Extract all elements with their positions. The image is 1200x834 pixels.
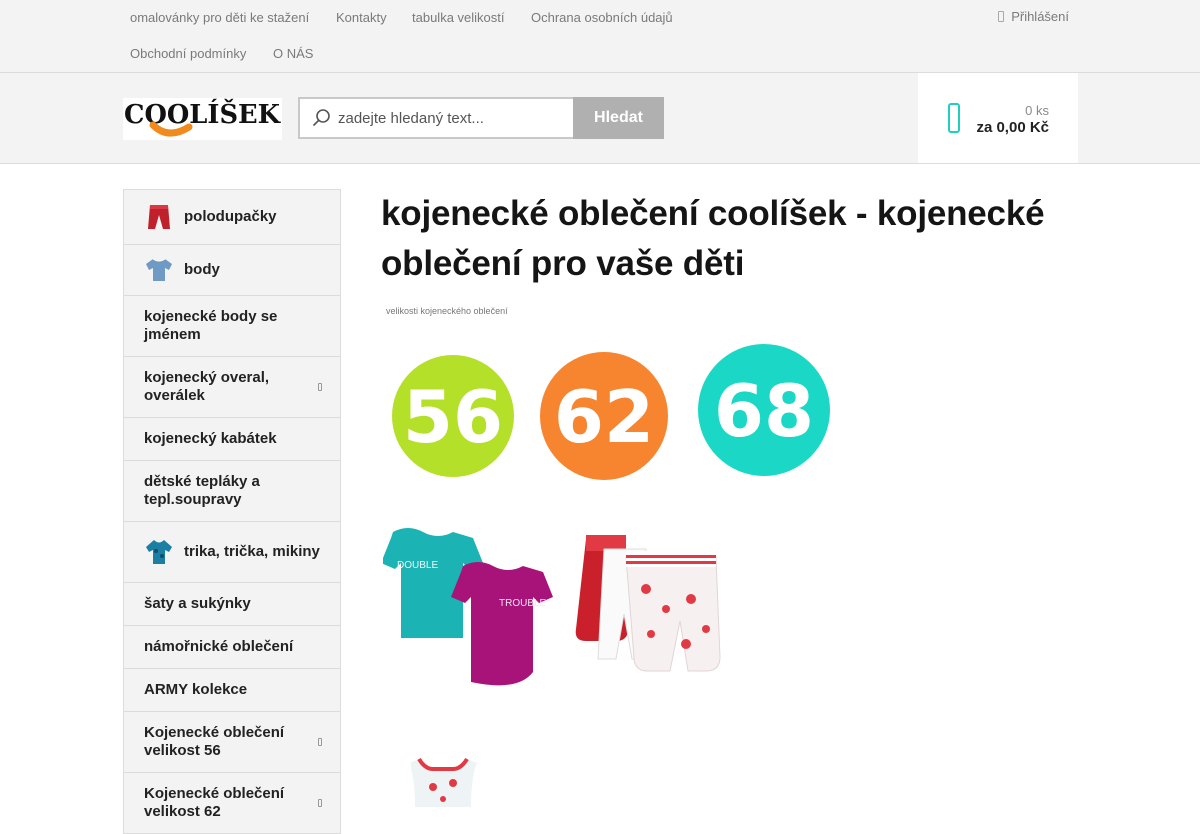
search-box (298, 97, 574, 139)
login-label: Přihlášení (1011, 9, 1069, 24)
sidebar-item-saty[interactable]: šaty a sukýnky (124, 583, 340, 626)
nav-link-contacts[interactable]: Kontakty (336, 10, 387, 25)
sidebar-item-teplaky[interactable]: dětské tepláky a tepl.soupravy (124, 461, 340, 522)
nav-link-sizes[interactable]: tabulka velikostí (412, 10, 505, 25)
category-sidebar: polodupačky body kojenecké body se jméne… (123, 189, 341, 834)
sidebar-item-body-name[interactable]: kojenecké body se jménem (124, 296, 340, 357)
sidebar-item-label: Kojenecké oblečení velikost 56 (144, 724, 285, 759)
product-label: TROUBLE (499, 598, 547, 609)
sidebar-item-kabatek[interactable]: kojenecký kabátek (124, 418, 340, 461)
header: COOLÍŠEK Hledat 0 ks za 0,00 Kč (0, 73, 1200, 164)
sidebar-item-label: kojenecký overal, overálek (144, 369, 270, 404)
sidebar-item-label: dětské tepláky a tepl.soupravy (144, 473, 260, 508)
search-button[interactable]: Hledat (573, 97, 664, 139)
login-link[interactable]: Přihlášení (998, 9, 1069, 24)
pants-image[interactable] (566, 529, 724, 677)
sidebar-item-trika[interactable]: trika, trička, mikiny (124, 522, 340, 583)
sidebar-item-label: námořnické oblečení (144, 638, 294, 655)
cart-icon (948, 103, 960, 133)
product-label: DOUBLE (397, 560, 438, 571)
size-chart: 56 62 68 (392, 344, 830, 480)
sidebar-item-label: kojenecký kabátek (144, 430, 277, 447)
nav-link-coloring[interactable]: omalovánky pro děti ke stažení (130, 10, 309, 25)
sidebar-item-namornicke[interactable]: námořnické oblečení (124, 626, 340, 669)
top-bar: omalovánky pro děti ke stažení Kontakty … (0, 0, 1200, 73)
sidebar-item-army[interactable]: ARMY kolekce (124, 669, 340, 712)
chevron-right-icon (318, 738, 322, 746)
nav-link-privacy[interactable]: Ochrana osobních údajů (531, 10, 673, 25)
logo[interactable]: COOLÍŠEK (123, 98, 282, 140)
search-input[interactable] (338, 99, 572, 137)
size-label-56: 56 (403, 375, 503, 459)
main-content: kojenecké oblečení coolíšek - kojenecké … (381, 189, 1081, 807)
sidebar-item-label: body (184, 261, 220, 278)
size-label-68: 68 (714, 369, 814, 453)
sidebar-item-polodupacky[interactable]: polodupačky (124, 190, 340, 245)
sidebar-item-size-56[interactable]: Kojenecké oblečení velikost 56 (124, 712, 340, 773)
bodysuit-thumbnail-icon (146, 258, 172, 281)
user-icon (998, 11, 1005, 22)
chevron-right-icon (318, 383, 322, 391)
sidebar-item-label: kojenecké body se jménem (144, 308, 278, 343)
pants-thumbnail-icon (148, 205, 170, 229)
logo-mark: COOLÍŠEK (124, 98, 281, 137)
size-label-62: 62 (554, 375, 654, 459)
cart[interactable]: 0 ks za 0,00 Kč (918, 73, 1078, 163)
nav-link-about[interactable]: O NÁS (273, 46, 313, 61)
cart-total: za 0,00 Kč (976, 119, 1049, 136)
sidebar-item-label: trika, trička, mikiny (184, 543, 320, 560)
nav-link-terms[interactable]: Obchodní podmínky (130, 46, 246, 61)
sidebar-item-body[interactable]: body (124, 245, 340, 296)
page-title: kojenecké oblečení coolíšek - kojenecké … (381, 194, 1045, 283)
size-chart-caption: velikosti kojeneckého oblečení (386, 306, 508, 316)
hoodie-thumbnail-icon (146, 540, 172, 564)
logo-text: COOLÍŠEK (124, 98, 281, 130)
cart-count: 0 ks (1025, 103, 1049, 118)
sidebar-item-label: ARMY kolekce (144, 681, 248, 698)
chevron-right-icon (318, 799, 322, 807)
sidebar-item-size-62[interactable]: Kojenecké oblečení velikost 62 (124, 773, 340, 834)
sidebar-item-label: Kojenecké oblečení velikost 62 (144, 785, 285, 820)
sidebar-item-label: polodupačky (184, 208, 277, 225)
sidebar-item-overal[interactable]: kojenecký overal, overálek (124, 357, 340, 418)
bodysuits-image[interactable]: DOUBLE TROUBLE (383, 524, 553, 686)
search-icon (312, 109, 330, 127)
sidebar-item-label: šaty a sukýnky (144, 595, 251, 612)
